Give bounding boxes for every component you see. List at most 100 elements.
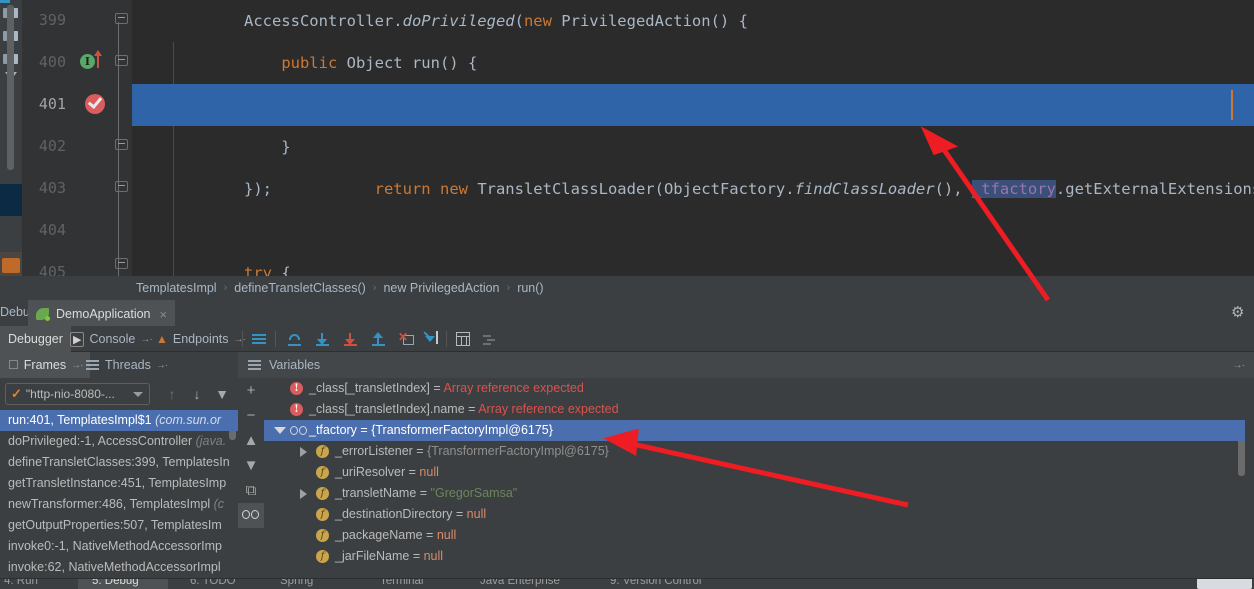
gear-icon[interactable]: ⚙ xyxy=(1231,305,1246,320)
thread-selector-value: "http-nio-8080-... xyxy=(25,387,115,401)
filter-icon[interactable]: ▼ xyxy=(213,386,231,404)
tab-endpoints[interactable]: ▲ Endpoints →· xyxy=(148,326,253,352)
code-token: new xyxy=(523,12,552,30)
code-line-current-execution[interactable]: return new TransletClassLoader(ObjectFac… xyxy=(132,84,1254,198)
pin-icon[interactable]: →· xyxy=(1233,360,1245,371)
run-configuration-tab[interactable]: DemoApplication × xyxy=(28,300,176,326)
code-line[interactable]: try { xyxy=(132,252,1254,276)
breadcrumb[interactable]: TemplatesImpl › defineTransletClasses() › ne… xyxy=(0,276,1254,300)
step-over-icon[interactable] xyxy=(282,326,306,352)
fold-region-icon[interactable] xyxy=(115,181,128,195)
variable-row[interactable]: f _jarFileName = null xyxy=(264,546,1254,567)
code-line[interactable]: } xyxy=(132,126,1254,168)
status-item-todo[interactable]: 6: TODO xyxy=(190,579,236,587)
move-down-button[interactable]: ▼ xyxy=(238,453,264,478)
chevron-down-icon[interactable] xyxy=(133,392,143,397)
evaluate-expression-icon[interactable] xyxy=(451,326,475,352)
status-item-version-control[interactable]: 9: Version Control xyxy=(610,579,701,587)
remove-watch-button[interactable]: − xyxy=(238,403,264,428)
stack-frame-package: (java. xyxy=(192,434,227,448)
breadcrumb-item[interactable]: new PrivilegedAction xyxy=(383,281,499,295)
watches-icon[interactable] xyxy=(238,503,264,528)
project-tool-strip[interactable] xyxy=(0,0,22,276)
run-config-name: DemoApplication xyxy=(56,307,151,321)
stack-frame-row[interactable]: run:401, TemplatesImpl$1 (com.sun.or xyxy=(0,410,238,431)
breakpoint-verified-icon[interactable] xyxy=(85,93,105,114)
variable-row[interactable]: f _uriResolver = null xyxy=(264,462,1254,483)
variable-row[interactable]: f _transletName = "GregorSamsa" xyxy=(264,483,1254,504)
status-item-java-enterprise[interactable]: Java Enterprise xyxy=(480,579,560,587)
variable-value: Array reference expected xyxy=(478,402,619,416)
breadcrumb-item[interactable]: defineTransletClasses() xyxy=(234,281,366,295)
implementation-marker-icon[interactable]: I xyxy=(80,54,95,69)
variable-row[interactable]: f _destinationDirectory = null xyxy=(264,504,1254,525)
tab-frames[interactable]: ☐ Frames →· xyxy=(0,352,91,378)
breadcrumb-separator: › xyxy=(372,282,377,294)
tab-threads[interactable]: Threads →· xyxy=(78,352,175,378)
project-selected-node[interactable] xyxy=(0,184,22,216)
stack-frame-row[interactable]: invoke:62, NativeMethodAccessorImpl xyxy=(0,557,238,578)
tab-debugger[interactable]: Debugger xyxy=(0,326,71,352)
fold-region-icon[interactable] xyxy=(115,258,128,272)
expander-closed-icon[interactable] xyxy=(300,447,307,457)
project-scrollbar[interactable] xyxy=(7,5,14,170)
add-watch-button[interactable]: + xyxy=(238,378,264,403)
variables-tree[interactable]: ! _class[_transletIndex] = Array referenc… xyxy=(264,378,1254,578)
thread-selector[interactable]: ✓ "http-nio-8080-... xyxy=(5,383,150,405)
run-to-cursor-icon[interactable] xyxy=(422,326,446,352)
variable-row[interactable]: _tfactory = {TransformerFactoryImpl@6175… xyxy=(264,420,1254,441)
code-folding-strip[interactable] xyxy=(112,0,132,276)
status-item-debug[interactable]: 5: Debug xyxy=(92,579,139,587)
stack-frame-row[interactable]: newTransformer:486, TemplatesImpl (c xyxy=(0,494,238,515)
stack-frame-row[interactable]: invoke0:-1, NativeMethodAccessorImp xyxy=(0,536,238,557)
code-text-area[interactable]: AccessController.doPrivileged(new Privil… xyxy=(132,0,1254,276)
code-line[interactable] xyxy=(132,210,1254,252)
variable-name: _destinationDirectory xyxy=(335,507,453,521)
stack-frame-row[interactable]: getTransletInstance:451, TemplatesImp xyxy=(0,473,238,494)
tab-debugger-label: Debugger xyxy=(8,332,63,346)
code-line[interactable]: }); xyxy=(132,168,1254,210)
thread-check-icon: ✓ xyxy=(11,386,22,401)
drop-frame-icon[interactable]: ✕ xyxy=(394,326,418,352)
copy-icon[interactable]: ⧉ xyxy=(238,478,264,503)
close-icon[interactable]: × xyxy=(160,307,168,322)
error-icon: ! xyxy=(290,382,303,395)
variable-equals: = xyxy=(409,549,424,563)
variable-row[interactable]: f _errorListener = {TransformerFactoryImp… xyxy=(264,441,1254,462)
status-item-terminal[interactable]: Terminal xyxy=(380,579,423,587)
call-stack-list[interactable]: run:401, TemplatesImpl$1 (com.sun.or doPr… xyxy=(0,410,238,578)
variable-row[interactable]: f _packageName = null xyxy=(264,525,1254,546)
code-line[interactable]: public Object run() { xyxy=(132,42,1254,84)
fold-region-icon[interactable] xyxy=(115,13,128,27)
expander-open-icon[interactable] xyxy=(274,427,286,434)
stack-frame-row[interactable]: defineTransletClasses:399, TemplatesIn xyxy=(0,452,238,473)
breadcrumb-item[interactable]: run() xyxy=(517,281,543,295)
fold-region-icon[interactable] xyxy=(115,55,128,69)
variable-row[interactable]: ! _class[_transletIndex] = Array referenc… xyxy=(264,378,1254,399)
stack-frame-row[interactable]: getOutputProperties:507, TemplatesIm xyxy=(0,515,238,536)
status-item-run[interactable]: 4: Run xyxy=(4,579,38,587)
variable-label: _errorListener = {TransformerFactoryImpl… xyxy=(335,441,609,462)
tab-console[interactable]: ▶ Console →· xyxy=(62,326,160,352)
expander-closed-icon[interactable] xyxy=(300,489,307,499)
force-step-into-icon[interactable] xyxy=(338,326,362,352)
step-into-icon[interactable] xyxy=(310,326,334,352)
variable-equals: = xyxy=(464,402,479,416)
pin-icon[interactable]: →· xyxy=(156,360,168,371)
move-up-button[interactable]: ↑ xyxy=(163,386,181,404)
status-right-widget[interactable] xyxy=(1197,579,1252,589)
stack-frame-row[interactable]: doPrivileged:-1, AccessController (java. xyxy=(0,431,238,452)
breadcrumb-item[interactable]: TemplatesImpl xyxy=(136,281,217,295)
pin-icon[interactable]: →· xyxy=(234,334,246,345)
frames-icon: ☐ xyxy=(8,358,19,372)
fold-region-icon[interactable] xyxy=(115,139,128,153)
move-down-button[interactable]: ↓ xyxy=(188,386,206,404)
code-line[interactable]: AccessController.doPrivileged(new Privil… xyxy=(132,0,1254,42)
move-up-button[interactable]: ▲ xyxy=(238,428,264,453)
step-out-icon[interactable] xyxy=(366,326,390,352)
variable-row[interactable]: ! _class[_transletIndex].name = Array ref… xyxy=(264,399,1254,420)
project-module-row[interactable] xyxy=(0,252,22,276)
show-execution-point-icon[interactable] xyxy=(247,326,271,352)
status-item-spring[interactable]: Spring xyxy=(280,579,313,587)
layout-settings-icon[interactable] xyxy=(478,326,502,352)
